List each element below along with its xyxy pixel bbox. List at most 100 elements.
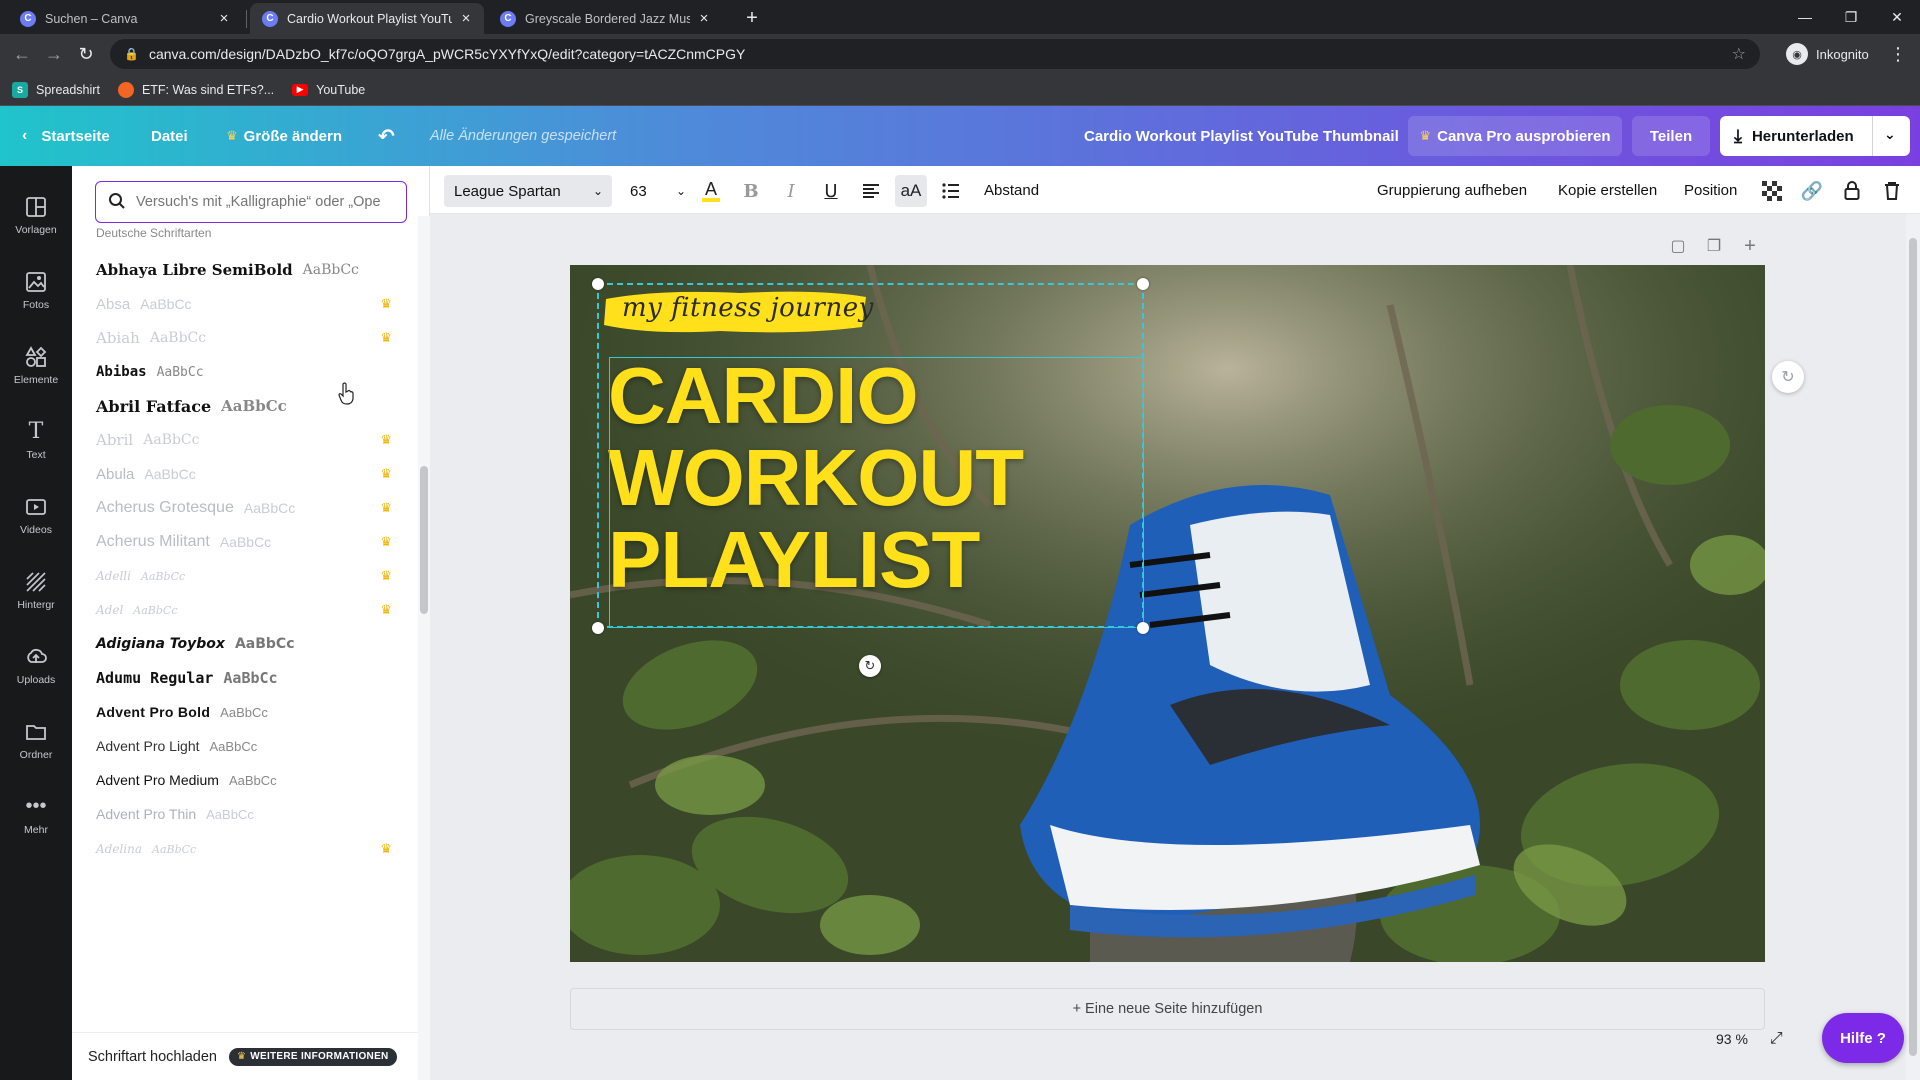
rail-item-photos[interactable]: Fotos [0,255,72,325]
add-page-icon[interactable]: + [1736,232,1764,260]
rail-item-elements[interactable]: Elemente [0,330,72,400]
restore-icon[interactable]: ❐ [1828,0,1874,34]
reload-icon[interactable]: ↻ [72,40,100,68]
font-name: Acherus Grotesque [96,499,234,516]
photos-icon [24,270,48,294]
font-row[interactable]: Advent Pro Bold AaBbCc [96,695,396,729]
download-button[interactable]: ⤓ Herunterladen ⌄ [1720,116,1910,156]
panel-scrollbar[interactable] [418,216,430,1080]
letter-case-icon[interactable]: aA [895,175,927,207]
url-text: canva.com/design/DADzbO_kf7c/oQO7grgA_pW… [148,46,746,62]
bold-icon[interactable]: B [735,175,767,207]
font-row[interactable]: Abula AaBbCc ♛ [96,457,396,491]
duplicate-page-icon[interactable]: ❐ [1700,232,1728,260]
close-icon[interactable]: × [216,10,232,27]
browser-tab-jazz[interactable]: C Greyscale Bordered Jazz Music Y × [488,3,722,34]
incognito-indicator[interactable]: ◉ Inkognito [1786,40,1869,68]
rail-item-background[interactable]: Hintergr [0,555,72,625]
close-icon[interactable]: × [458,10,474,27]
italic-icon[interactable]: I [775,175,807,207]
resize-handle-top-left[interactable] [592,278,604,290]
fullscreen-icon[interactable]: ⤢ [1770,1030,1783,1048]
upload-font-link[interactable]: Schriftart hochladen [88,1049,217,1065]
list-icon[interactable] [935,175,967,207]
home-link[interactable]: ‹ Startseite [22,106,110,166]
design-canvas[interactable]: my fitness journey CARDIO WORKOUT PLAYLI… [570,265,1765,962]
font-row[interactable]: Acherus Militant AaBbCc ♛ [96,525,396,559]
background-icon [24,570,48,594]
zoom-control[interactable]: 93 % ⤢ [1716,1024,1783,1054]
font-row[interactable]: Abiah AaBbCc ♛ [96,321,396,355]
underline-icon[interactable]: U [815,175,847,207]
ungroup-button[interactable]: Gruppierung aufheben [1377,166,1527,214]
resize-handle-bottom-left[interactable] [592,622,604,634]
rail-item-more[interactable]: ••• Mehr [0,780,72,850]
font-row[interactable]: Adumu Regular AaBbCc [96,661,396,695]
text-color-icon[interactable]: A [695,175,727,207]
bookmark-star-icon[interactable]: ☆ [1732,44,1746,64]
font-search-input[interactable] [136,194,406,210]
align-left-icon[interactable] [855,175,887,207]
design-title[interactable]: Cardio Workout Playlist YouTube Thumbnai… [1084,106,1399,166]
font-row[interactable]: Adel AaBbCc ♛ [96,593,396,627]
new-tab-icon[interactable]: + [738,4,766,32]
forward-icon[interactable]: → [40,40,68,68]
browser-tab-cardio[interactable]: C Cardio Workout Playlist YouTube × [250,3,484,34]
font-row[interactable]: Adigiana Toybox AaBbCc [96,627,396,661]
browser-menu-icon[interactable]: ⋮ [1884,40,1912,68]
font-row[interactable]: Adelina AaBbCc ♛ [96,832,396,866]
font-row[interactable]: Absa AaBbCc ♛ [96,287,396,321]
link-icon[interactable]: 🔗 [1796,175,1828,207]
resize-menu[interactable]: ♛ Größe ändern [226,106,342,166]
browser-tab-search[interactable]: C Suchen – Canva × [8,3,242,34]
font-row[interactable]: Advent Pro Light AaBbCc [96,729,396,763]
font-row[interactable]: Abril AaBbCc ♛ [96,423,396,457]
rotate-icon[interactable]: ↻ [859,655,881,677]
minimize-icon[interactable]: — [1782,0,1828,34]
font-family-dropdown[interactable]: League Spartan ⌄ [444,175,612,207]
spacing-button[interactable]: Abstand [984,166,1039,214]
font-search-box[interactable] [95,181,407,223]
font-size-dropdown[interactable]: 63 ⌄ [624,175,688,207]
address-bar[interactable]: 🔒 canva.com/design/DADzbO_kf7c/oQO7grgA_… [110,39,1760,69]
duplicate-button[interactable]: Kopie erstellen [1558,166,1657,214]
workspace-scrollbar-thumb[interactable] [1909,238,1917,1056]
chevron-down-icon[interactable]: ⌄ [1884,126,1896,143]
lock-icon[interactable] [1836,175,1868,207]
trash-icon[interactable] [1876,175,1908,207]
rail-item-templates[interactable]: Vorlagen [0,180,72,250]
window-close-icon[interactable]: ✕ [1874,0,1920,34]
font-row[interactable]: Acherus Grotesque AaBbCc ♛ [96,491,396,525]
back-icon[interactable]: ← [8,40,36,68]
transparency-icon[interactable] [1756,175,1788,207]
share-button[interactable]: Teilen [1632,116,1710,156]
add-page-button[interactable]: + Eine neue Seite hinzufügen [570,988,1765,1030]
close-icon[interactable]: × [696,10,712,27]
rail-item-uploads[interactable]: Uploads [0,630,72,700]
font-name: Abhaya Libre SemiBold [96,261,293,279]
resize-handle-top-right[interactable] [1137,278,1149,290]
help-button[interactable]: Hilfe ? [1822,1013,1904,1063]
bookmark-youtube[interactable]: ▶ YouTube [292,83,365,97]
font-row[interactable]: Advent Pro Medium AaBbCc [96,763,396,797]
rail-item-videos[interactable]: Videos [0,480,72,550]
rail-item-folder[interactable]: Ordner [0,705,72,775]
font-row[interactable]: Advent Pro Thin AaBbCc [96,797,396,831]
refresh-icon[interactable]: ↻ [1772,361,1804,393]
font-list[interactable]: Abhaya Libre SemiBold AaBbCc Absa AaBbCc… [72,252,418,992]
canva-pro-button[interactable]: ♛ Canva Pro ausprobieren [1408,116,1622,156]
crown-icon: ♛ [226,128,238,143]
font-row[interactable]: Adelli AaBbCc ♛ [96,559,396,593]
font-name: Abibas [96,364,147,380]
resize-handle-bottom-right[interactable] [1137,622,1149,634]
font-row[interactable]: Abhaya Libre SemiBold AaBbCc [96,253,396,287]
page-notes-icon[interactable]: ▢ [1664,232,1692,260]
more-info-badge[interactable]: ♛ WEITERE INFORMATIONEN [228,1047,397,1066]
undo-icon[interactable]: ↶ [378,106,395,166]
rail-item-text[interactable]: T Text [0,405,72,475]
file-menu[interactable]: Datei [151,106,188,166]
bookmark-etf[interactable]: ETF: Was sind ETFs?... [117,81,274,98]
bookmark-spreadshirt[interactable]: S Spreadshirt [12,81,100,98]
position-button[interactable]: Position [1684,166,1737,214]
panel-scrollbar-thumb[interactable] [420,466,428,614]
